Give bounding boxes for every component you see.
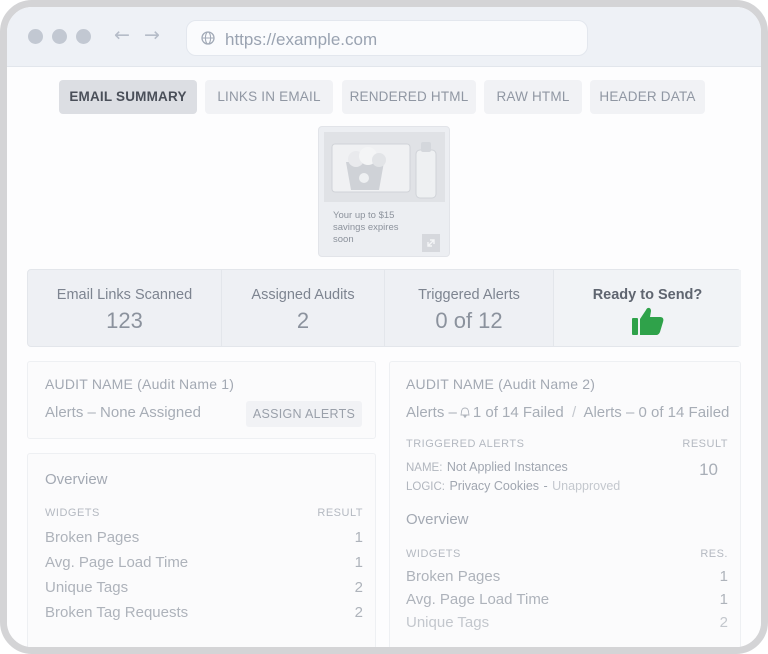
stat-links-scanned: Email Links Scanned 123 [28, 270, 221, 346]
stat-label: Triggered Alerts [418, 287, 520, 303]
browser-window: ← → https://example.com EMAIL SUMMARY LI… [0, 0, 768, 654]
audit-2-alerts: Alerts – 1 of 14 Failed / Alerts – 0 of 1… [406, 404, 729, 421]
alerts-failed-count: 1 of 14 Failed [472, 404, 564, 421]
widget-row-label: Avg. Page Load Time [406, 591, 550, 608]
page-content: EMAIL SUMMARY LINKS IN EMAIL RENDERED HT… [7, 67, 761, 647]
product-illustration [331, 142, 437, 199]
widget-row-value: 2 [354, 579, 363, 596]
tab-email-summary[interactable]: EMAIL SUMMARY [59, 80, 197, 114]
stat-triggered-alerts: Triggered Alerts 0 of 12 [385, 270, 553, 346]
alert-logic-status: Unapproved [552, 479, 621, 493]
audit-1-alerts: Alerts – None Assigned [45, 404, 201, 421]
overview-title: Overview [406, 511, 469, 528]
preview-caption: Your up to $15 savings expires soon [333, 210, 399, 245]
alert-name-line: NAME: Not Applied Instances [406, 458, 568, 476]
widget-row-label: Broken Pages [406, 568, 501, 585]
alerts-prefix-2: Alerts – [583, 404, 635, 421]
address-bar[interactable]: https://example.com [186, 20, 588, 56]
triggered-alerts-header: TRIGGERED ALERTS [406, 438, 525, 450]
maximize-window-dot[interactable] [76, 29, 91, 44]
stat-assigned-audits: Assigned Audits 2 [222, 270, 384, 346]
tab-links-in-email[interactable]: LINKS IN EMAIL [205, 80, 333, 114]
alerts-failed-suffix-2: Failed [688, 404, 730, 421]
alerts-failed-count-2: 0 of 14 [638, 404, 685, 421]
widget-row-label: Unique Tags [406, 614, 490, 631]
close-window-dot[interactable] [28, 29, 43, 44]
widget-row-value: 1 [719, 591, 728, 608]
alert-name-label: NAME: [406, 462, 443, 474]
widget-row-label: Avg. Page Load Time [45, 554, 189, 571]
widget-row-value: 2 [719, 614, 728, 631]
widget-row-label: Broken Tag Requests [45, 604, 189, 621]
widget-row-label: Broken Pages [45, 529, 140, 546]
audit-1-card: AUDIT NAME (Audit Name 1) Alerts – None … [27, 361, 376, 439]
result-column-header: RESULT [317, 507, 363, 519]
alert-result-value: 10 [699, 460, 718, 479]
tab-header-data[interactable]: HEADER DATA [590, 80, 705, 114]
ready-to-send-label: Ready to Send? [592, 287, 703, 303]
audit-1-overview-card: Overview WIDGETS RESULT Broken Pages 1 A… [27, 453, 376, 647]
thumbs-up-icon [631, 307, 663, 335]
audit-2-card: AUDIT NAME (Audit Name 2) Alerts – 1 of 1… [389, 361, 741, 647]
result-column-header: RESULT [682, 438, 728, 450]
widget-row-value: 1 [719, 568, 728, 585]
alert-logic-value: Privacy Cookies [449, 479, 540, 493]
summary-stats-bar: Email Links Scanned 123 Assigned Audits … [27, 269, 741, 347]
alert-logic-separator: - [543, 479, 548, 493]
stat-value: 2 [296, 308, 310, 333]
url-text: https://example.com [225, 30, 378, 49]
browser-titlebar: ← → https://example.com [7, 7, 761, 67]
stat-ready-to-send: Ready to Send? [554, 270, 741, 346]
widget-row-value: 1 [354, 554, 363, 571]
expand-icon[interactable] [422, 234, 440, 252]
audit-1-name: AUDIT NAME (Audit Name 1) [45, 376, 235, 392]
preview-image [324, 132, 445, 202]
alerts-separator: / [571, 404, 577, 421]
overview-title: Overview [45, 471, 108, 488]
tab-raw-html[interactable]: RAW HTML [484, 80, 582, 114]
minimize-window-dot[interactable] [52, 29, 67, 44]
alert-bell-icon [460, 407, 470, 418]
result-column-header: RES. [700, 548, 728, 560]
back-arrow-icon[interactable]: ← [114, 24, 130, 46]
stat-label: Assigned Audits [251, 287, 355, 303]
alert-name-value: Not Applied Instances [446, 460, 568, 474]
audit-2-name: AUDIT NAME (Audit Name 2) [406, 376, 596, 392]
alerts-prefix: Alerts – [406, 404, 457, 421]
widgets-column-header: WIDGETS [45, 507, 100, 519]
stat-value: 0 of 12 [435, 308, 503, 333]
widgets-column-header: WIDGETS [406, 548, 461, 560]
tab-rendered-html[interactable]: RENDERED HTML [342, 80, 476, 114]
widget-row-label: Unique Tags [45, 579, 129, 596]
widget-row-value: 1 [354, 529, 363, 546]
globe-icon [201, 31, 215, 45]
alert-logic-line: LOGIC: Privacy Cookies - Unapproved [406, 477, 620, 495]
stat-label: Email Links Scanned [56, 287, 193, 303]
email-preview-thumbnail[interactable]: Your up to $15 savings expires soon [318, 126, 450, 257]
stat-value: 123 [106, 308, 143, 333]
forward-arrow-icon[interactable]: → [144, 24, 160, 46]
widget-row-value: 2 [354, 604, 363, 621]
alert-logic-label: LOGIC: [406, 481, 445, 493]
assign-alerts-button[interactable]: ASSIGN ALERTS [246, 401, 362, 427]
